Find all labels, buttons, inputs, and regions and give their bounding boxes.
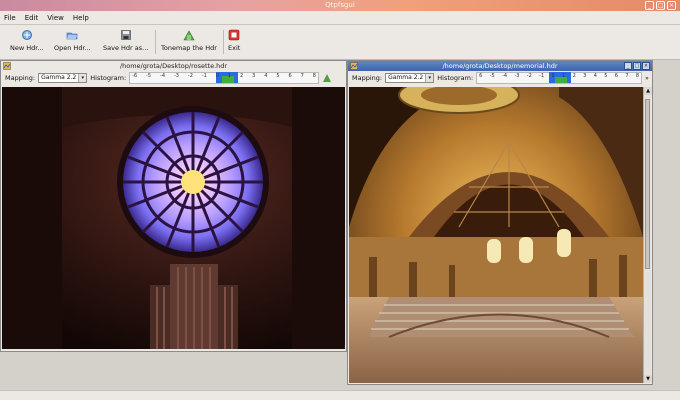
app-titlebar: Qtpfsgui _ □ × [0, 0, 680, 11]
histogram-tick: 4 [264, 73, 268, 79]
menu-help[interactable]: Help [73, 14, 89, 22]
chevron-down-icon: ▾ [425, 74, 434, 82]
window-title: /home/grota/Desktop/rosette.hdr [119, 62, 228, 70]
histogram-tick: -6 [132, 73, 138, 79]
save-hdr-button[interactable]: Save Hdr as... [103, 29, 148, 55]
minimize-icon[interactable]: _ [624, 62, 632, 70]
mapping-label: Mapping: [5, 74, 36, 82]
scrollbar-thumb[interactable] [645, 99, 650, 269]
histogram-tick: 3 [583, 73, 587, 79]
histogram-settings-icon[interactable] [322, 73, 332, 83]
histogram-tick: -1 [201, 73, 207, 79]
histogram-tick: -1 [539, 73, 545, 79]
tonemap-icon [183, 30, 195, 41]
histogram-tick: 2 [572, 73, 576, 79]
histogram-tick: 0 [215, 73, 219, 79]
histogram-tick: 8 [312, 73, 316, 79]
save-icon [120, 30, 131, 40]
expand-arrows-icon[interactable]: » [645, 75, 649, 82]
histogram-widget[interactable]: 6 -5 -4 -3 -2 -1 0 1 2 3 4 5 6 7 8 [476, 72, 643, 85]
maximize-icon[interactable]: □ [633, 62, 641, 70]
menu-file[interactable]: File [4, 14, 16, 22]
histogram-tick: 6 [479, 73, 483, 79]
histogram-tick: -3 [173, 73, 179, 79]
hdr-window-rosette[interactable]: /home/grota/Desktop/rosette.hdr Mapping:… [0, 60, 347, 352]
histogram-tick: 8 [635, 73, 640, 79]
histogram-tick: -4 [502, 73, 508, 79]
open-hdr-icon [67, 32, 78, 40]
mapping-label: Mapping: [352, 74, 383, 82]
exit-button[interactable]: Exit [228, 29, 240, 55]
tonemap-button[interactable]: Tonemap the Hdr [161, 29, 217, 55]
window-titlebar[interactable]: /home/grota/Desktop/memorial.hdr _ □ × [348, 61, 652, 71]
histogram-tick: 5 [276, 73, 280, 79]
histogram-widget[interactable]: -6 -5 -4 -3 -2 -1 0 1 2 3 4 5 6 7 8 [129, 72, 320, 85]
histogram-ticks: -6 -5 -4 -3 -2 -1 0 1 2 3 4 5 6 7 8 [130, 73, 318, 85]
histogram-tick: 7 [300, 73, 304, 79]
new-hdr-icon [21, 30, 32, 40]
mapping-value: Gamma 2.2 [388, 74, 424, 81]
menu-edit[interactable]: Edit [25, 14, 39, 22]
scroll-up-icon[interactable]: ▲ [644, 87, 652, 95]
minimize-icon[interactable]: _ [645, 1, 654, 10]
histogram-tick: -4 [160, 73, 166, 79]
histogram-tick: 1 [227, 73, 232, 79]
close-icon[interactable]: × [667, 1, 676, 10]
hdr-image-rosette[interactable] [2, 87, 345, 349]
histogram-tick: 2 [240, 73, 244, 79]
menu-bar: File Edit View Help [0, 11, 680, 25]
window-titlebar[interactable]: /home/grota/Desktop/rosette.hdr [1, 61, 346, 71]
histogram-label: Histogram: [437, 74, 474, 82]
histogram-tick: -3 [514, 73, 520, 79]
rosette-image [2, 87, 345, 349]
mapping-select[interactable]: Gamma 2.2 ▾ [38, 73, 88, 83]
hdr-image-memorial[interactable] [349, 87, 643, 383]
window-app-icon [3, 62, 11, 70]
memorial-image [349, 87, 643, 383]
scroll-down-icon[interactable]: ▼ [644, 375, 652, 383]
menu-view[interactable]: View [47, 14, 64, 22]
histogram-tick: -5 [146, 73, 152, 79]
close-icon[interactable]: × [642, 62, 650, 70]
mdi-workspace: /home/grota/Desktop/rosette.hdr Mapping:… [0, 60, 680, 390]
app-title: Qtpfsgui [325, 1, 355, 9]
maximize-icon[interactable]: □ [656, 1, 665, 10]
open-hdr-button[interactable]: Open Hdr... [54, 29, 91, 55]
histogram-tick: 4 [593, 73, 597, 79]
histogram-tick: 5 [604, 73, 608, 79]
exit-icon [228, 29, 240, 41]
histogram-tick: 6 [614, 73, 618, 79]
status-bar [0, 390, 680, 400]
histogram-tick: -2 [187, 73, 193, 79]
histogram-tick: -5 [489, 73, 495, 79]
new-hdr-button[interactable]: New Hdr... [10, 29, 44, 55]
window-toolbar: Mapping: Gamma 2.2 ▾ Histogram: -6 -5 -4… [1, 71, 346, 85]
vertical-scrollbar[interactable]: ▲ ▼ [643, 87, 652, 383]
window-controls: _ □ × [624, 62, 650, 70]
window-app-icon [350, 62, 358, 70]
window-toolbar: Mapping: Gamma 2.2 ▾ Histogram: 6 -5 -4 … [348, 71, 652, 85]
histogram-tick: -2 [526, 73, 532, 79]
histogram-ticks: 6 -5 -4 -3 -2 -1 0 1 2 3 4 5 6 7 8 [477, 73, 641, 85]
histogram-tick: 0 [551, 73, 555, 79]
window-title: /home/grota/Desktop/memorial.hdr [442, 62, 558, 70]
mapping-value: Gamma 2.2 [41, 74, 77, 81]
chevron-down-icon: ▾ [78, 74, 87, 82]
histogram-tick: 3 [252, 73, 256, 79]
histogram-tick: 6 [288, 73, 292, 79]
toolbar-separator [155, 30, 156, 54]
toolbar-separator [223, 30, 224, 54]
histogram-tick: 1 [562, 73, 566, 79]
mapping-select[interactable]: Gamma 2.2 ▾ [385, 73, 435, 83]
main-toolbar: New Hdr... Open Hdr... Save Hdr as... To… [0, 25, 680, 60]
histogram-label: Histogram: [90, 74, 127, 82]
window-controls: _ □ × [645, 1, 676, 10]
hdr-window-memorial[interactable]: /home/grota/Desktop/memorial.hdr _ □ × M… [347, 60, 653, 385]
histogram-tick: 7 [625, 73, 629, 79]
